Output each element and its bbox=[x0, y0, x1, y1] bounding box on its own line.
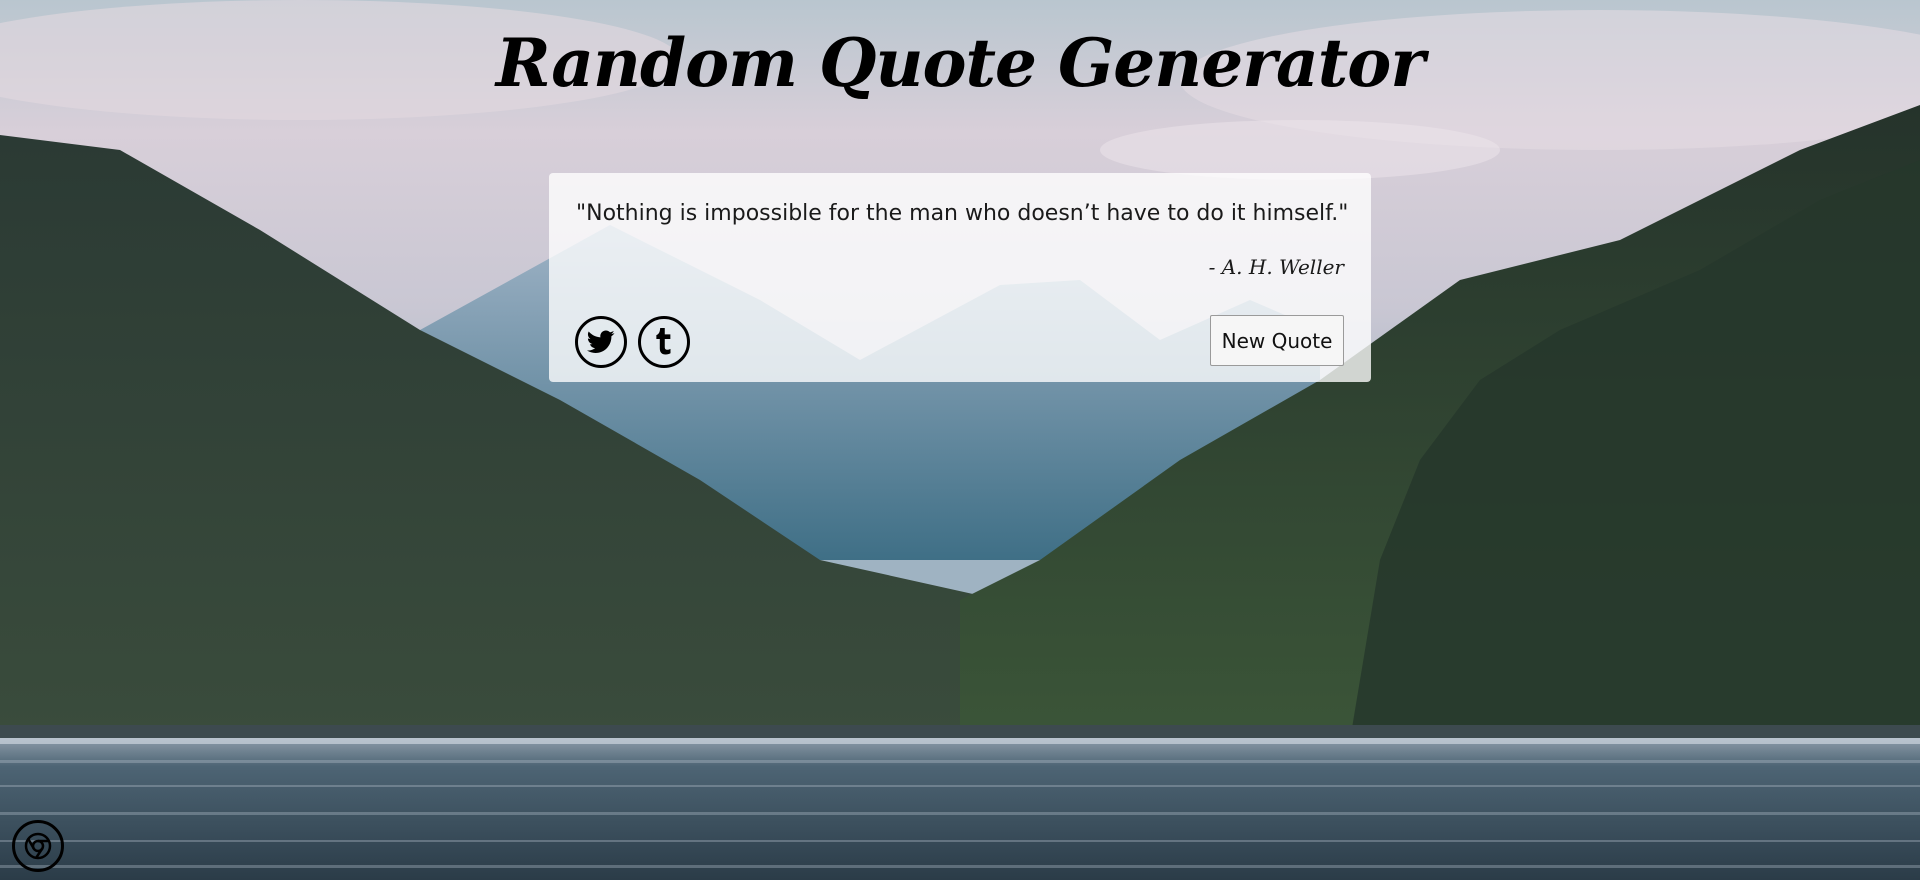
page-title: Random Quote Generator bbox=[495, 24, 1425, 102]
twitter-bird-icon bbox=[587, 330, 615, 353]
quote-card: "Nothing is impossible for the man who d… bbox=[549, 173, 1371, 382]
tumblr-t-icon bbox=[656, 328, 671, 355]
chrome-icon bbox=[24, 832, 52, 860]
tumblr-share-button[interactable] bbox=[638, 316, 690, 368]
quote-author: - A. H. Weller bbox=[1208, 255, 1344, 279]
landscape-image bbox=[0, 0, 1920, 880]
corner-badge[interactable] bbox=[12, 820, 64, 872]
tweet-quote-button[interactable] bbox=[575, 316, 627, 368]
quote-text: "Nothing is impossible for the man who d… bbox=[576, 201, 1349, 226]
new-quote-button[interactable]: New Quote bbox=[1210, 315, 1344, 366]
background-landscape bbox=[0, 0, 1920, 880]
